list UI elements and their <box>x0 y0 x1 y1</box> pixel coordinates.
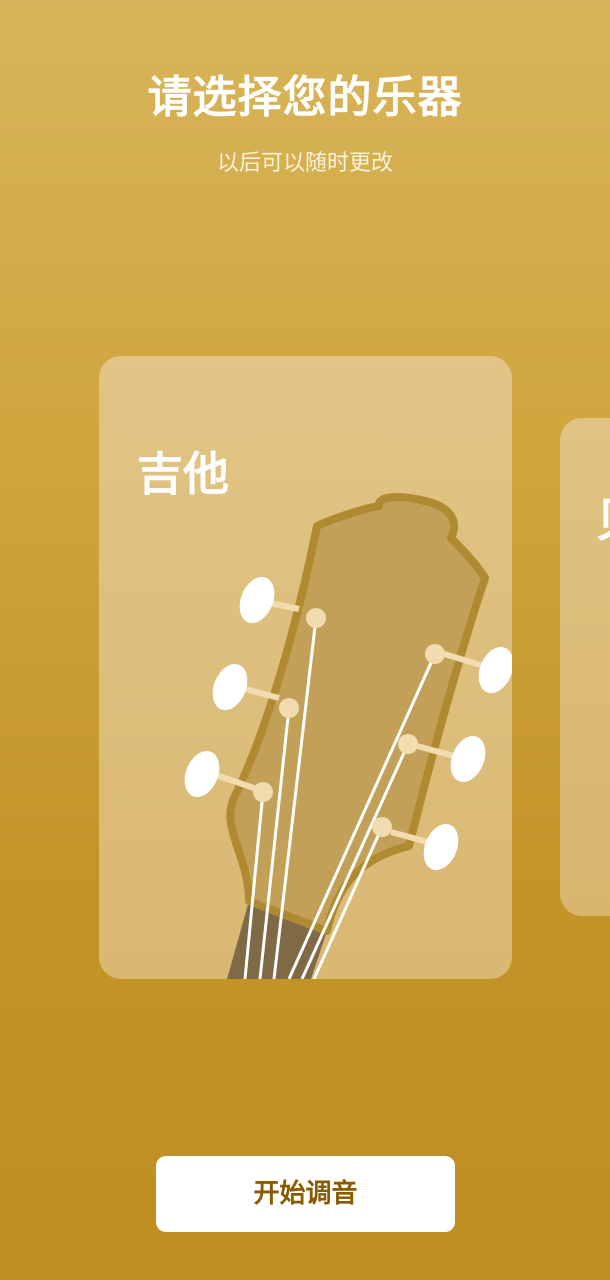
start-tuning-button[interactable]: 开始调音 <box>156 1156 455 1232</box>
page-subtitle: 以后可以随时更改 <box>216 151 393 176</box>
instrument-card-guitar[interactable]: 吉他 <box>99 356 512 979</box>
page-title: 请选择您的乐器 <box>147 72 463 123</box>
instrument-card-label: 贝 <box>596 490 610 550</box>
instrument-card-next[interactable]: 贝 <box>560 418 610 916</box>
instrument-card-label: 吉他 <box>137 447 229 501</box>
